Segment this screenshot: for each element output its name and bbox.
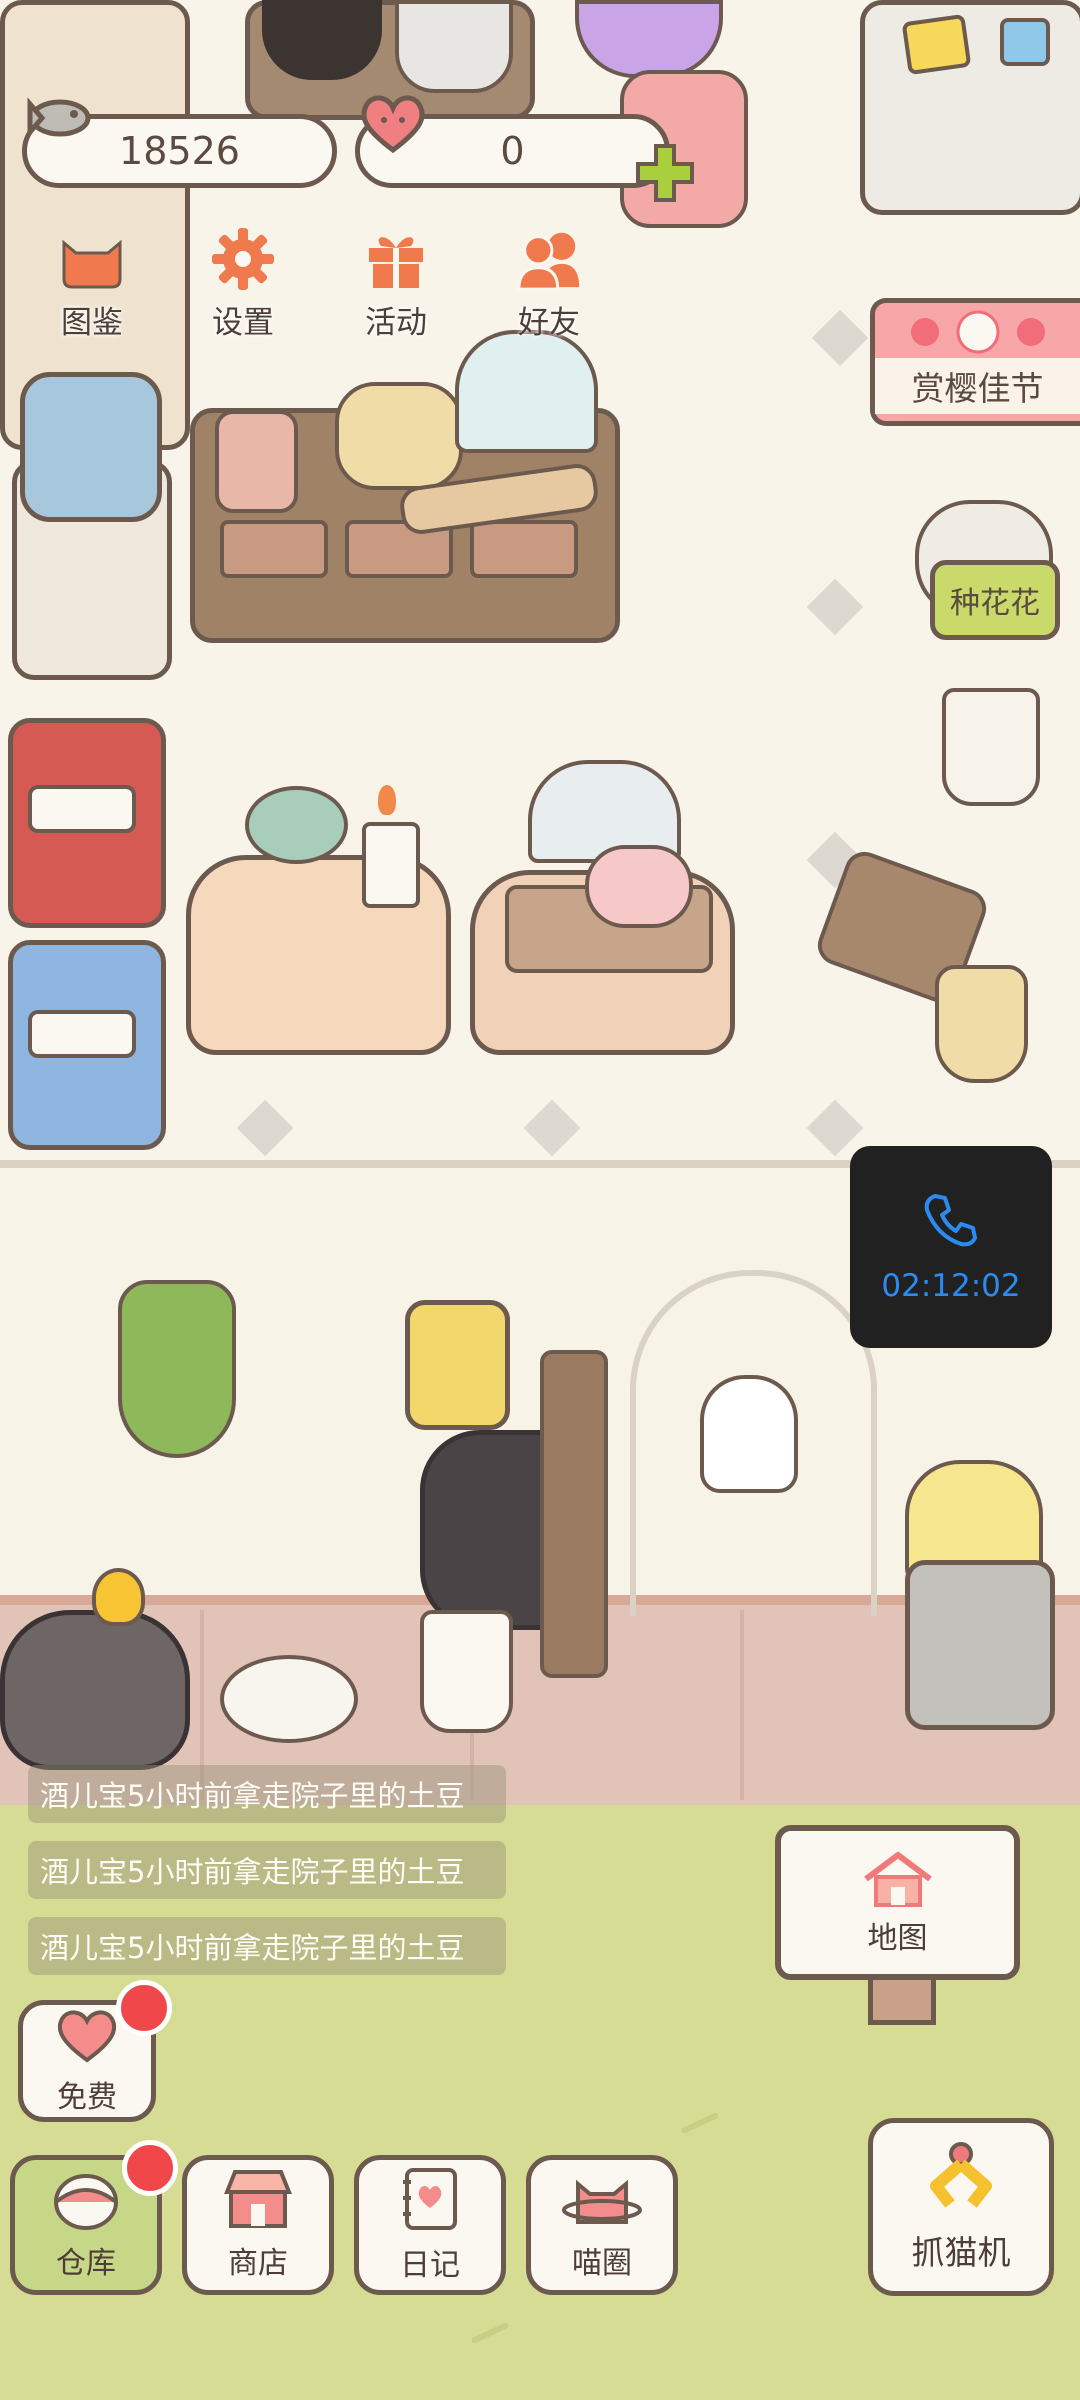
rice-cooker [395,0,513,93]
sakura-festival-banner[interactable]: 赏樱佳节 [870,298,1080,426]
activity-log-item: 酒儿宝5小时前拿走院子里的土豆 [28,1917,506,1975]
drawer [220,520,328,578]
free-label: 免费 [57,2080,117,2115]
flower-plate [245,786,348,864]
gift-icon [362,225,430,293]
cake-dome [455,330,598,453]
drawer [470,520,578,578]
settings-button[interactable]: 设置 [183,225,303,345]
tea-cup [585,845,693,928]
sakura-flowers-icon [903,310,1053,354]
cat-planet-icon [562,2168,642,2234]
fish-icon [22,90,97,145]
umbrella-bucket[interactable] [942,688,1040,806]
cooking-pot [262,0,382,80]
sakura-festival-label: 赏樱佳节 [875,358,1080,414]
activity-log-item: 酒儿宝5小时前拿走院子里的土豆 [28,1841,506,1899]
activity-log-item: 酒儿宝5小时前拿走院子里的土豆 [28,1765,506,1823]
house-icon [860,1849,936,1913]
flour-sack [335,382,463,490]
candle [362,822,420,908]
catalog-label: 图鉴 [61,305,123,341]
cat-face-icon [58,225,126,293]
diary-button[interactable]: 日记 [354,2155,506,2295]
settings-label: 设置 [212,305,274,341]
heart-icon [356,90,431,155]
friends-label: 好友 [518,305,580,341]
umbrella-stand[interactable] [420,1610,513,1733]
fridge-note [1000,18,1050,66]
candle-flame [378,785,396,815]
map-label: 地图 [867,1920,928,1956]
events-label: 活动 [365,305,427,341]
activity-log-text: 酒儿宝5小时前拿走院子里的土豆 [40,1931,465,1965]
ice-label [28,1010,136,1058]
heart-currency-value: 0 [500,129,525,173]
activity-log-text: 酒儿宝5小时前拿走院子里的土豆 [40,1855,465,1889]
shop-label: 商店 [228,2246,288,2281]
friends-icon [515,225,583,293]
plant-flowers-button[interactable]: 种花花 [930,560,1060,640]
claw-machine-label: 抓猫机 [911,2233,1011,2272]
water-jug [20,372,162,522]
events-button[interactable]: 活动 [336,225,456,345]
meow-circle-button[interactable]: 喵圈 [526,2155,678,2295]
claw-icon [916,2140,1006,2222]
wall-lantern [405,1300,510,1430]
warehouse-notification-badge [122,2140,178,2196]
map-button[interactable]: 地图 [775,1825,1020,1980]
heart-face-icon [52,2006,122,2068]
sign-post [868,1975,936,2025]
glasses-cat-character[interactable] [0,1610,190,1770]
fish-currency-value: 18526 [119,129,240,173]
shop-button[interactable]: 商店 [182,2155,334,2295]
call-duration: 02:12:02 [881,1268,1021,1304]
fridge-note [901,13,972,76]
meow-circle-label: 喵圈 [572,2246,632,2281]
hanging-herbs [118,1280,236,1458]
phone-icon [921,1190,981,1254]
free-notification-badge [116,1980,172,2036]
activity-log-text: 酒儿宝5小时前拿走院子里的土豆 [40,1779,465,1813]
add-heart-button[interactable] [632,140,698,206]
jam-jar [215,410,298,513]
diary-label: 日记 [400,2248,460,2283]
catalog-button[interactable]: 图鉴 [32,225,152,345]
gear-icon [209,225,277,293]
storage-icon [51,2168,121,2234]
call-overlay[interactable]: 02:12:02 [850,1146,1052,1348]
claw-machine-button[interactable]: 抓猫机 [868,2118,1054,2296]
diary-icon [399,2166,461,2236]
small-stove[interactable] [905,1560,1055,1730]
warehouse-label: 仓库 [56,2246,116,2281]
floor-plank [740,1610,744,1800]
coat-rack[interactable] [540,1350,608,1678]
friends-button[interactable]: 好友 [489,225,609,345]
broom[interactable] [935,965,1028,1083]
shop-icon [223,2168,293,2234]
floor-cushion[interactable] [220,1655,358,1743]
tulip-hat [92,1568,145,1626]
plant-flowers-label: 种花花 [950,586,1040,621]
ice-label [28,785,136,833]
teru-teru-bozu [700,1375,798,1493]
